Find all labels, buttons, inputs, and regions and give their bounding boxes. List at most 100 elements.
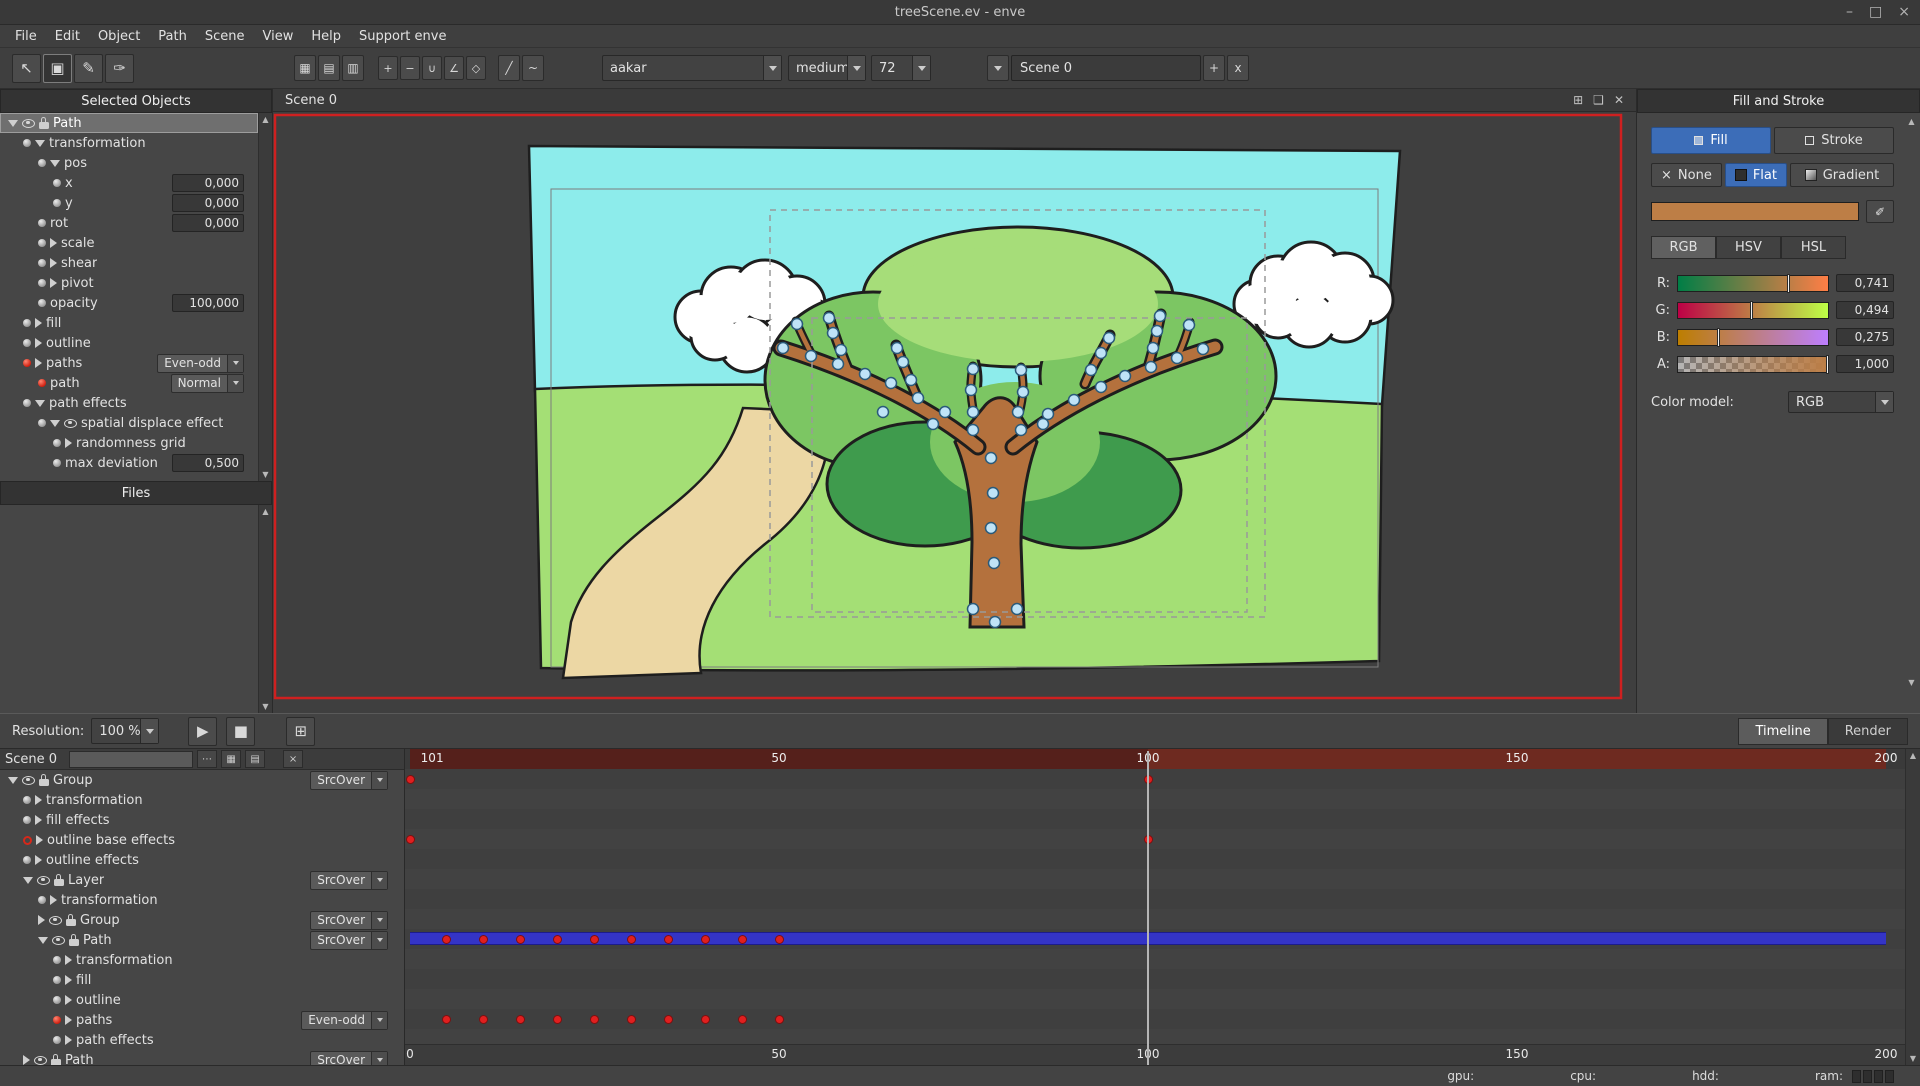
expand-arrow-icon[interactable] xyxy=(23,1055,30,1065)
pivot-individual-button[interactable]: ▤ xyxy=(318,55,340,81)
visibility-eye-icon[interactable] xyxy=(64,419,77,428)
pivot-global-button[interactable]: ▥ xyxy=(342,55,364,81)
path-node[interactable] xyxy=(1148,343,1159,354)
dropdown-srcover[interactable]: SrcOver xyxy=(310,771,388,790)
remove-node-button[interactable]: − xyxy=(400,56,420,80)
expand-arrow-icon[interactable] xyxy=(35,795,42,805)
path-node[interactable] xyxy=(1198,344,1209,355)
path-node[interactable] xyxy=(968,364,979,375)
lock-icon[interactable] xyxy=(51,1059,61,1065)
stop-button[interactable]: ■ xyxy=(226,717,255,746)
channel-slider-marker[interactable] xyxy=(1826,355,1829,374)
keyframe-dot[interactable] xyxy=(775,935,784,944)
keyframe-dot[interactable] xyxy=(442,935,451,944)
path-node[interactable] xyxy=(1104,333,1115,344)
objects-row-fill[interactable]: fill xyxy=(0,313,258,333)
objects-row-max-deviation[interactable]: max deviation0,500 xyxy=(0,453,258,473)
keyframe-indicator-dot[interactable] xyxy=(53,199,61,207)
font-weight-select[interactable]: medium xyxy=(788,55,866,81)
scroll-up-icon[interactable]: ▲ xyxy=(1910,751,1916,760)
keyframe-dot[interactable] xyxy=(738,1015,747,1024)
playhead[interactable] xyxy=(1147,751,1149,1065)
path-node[interactable] xyxy=(940,407,951,418)
path-node[interactable] xyxy=(1184,320,1195,331)
keyframe-indicator-dot[interactable] xyxy=(23,339,31,347)
timeline-layout-2-button[interactable]: ▤ xyxy=(245,750,265,768)
close-view-icon[interactable]: ✕ xyxy=(1614,93,1624,107)
keyframe-indicator-dot[interactable] xyxy=(23,796,31,804)
timeline-row-outline-base-effects[interactable]: outline base effects xyxy=(0,830,404,850)
paint-flat-button[interactable]: Flat xyxy=(1725,163,1787,187)
render-preview-button[interactable]: ⊞ xyxy=(286,717,315,746)
paint-tool-button[interactable]: ✑ xyxy=(105,54,134,83)
path-node[interactable] xyxy=(986,523,997,534)
path-node[interactable] xyxy=(1120,371,1131,382)
channel-slider-marker[interactable] xyxy=(1750,301,1753,320)
lock-icon[interactable] xyxy=(39,779,49,786)
collapse-arrow-icon[interactable] xyxy=(38,937,48,944)
timeline-row-outline[interactable]: outline xyxy=(0,990,404,1010)
objects-row-rot[interactable]: rot0,000 xyxy=(0,213,258,233)
keyframe-dot[interactable] xyxy=(590,1015,599,1024)
path-node[interactable] xyxy=(1016,425,1027,436)
node-edit-tool-button[interactable]: ▣ xyxy=(43,54,72,83)
resolution-select[interactable]: 100 % xyxy=(91,718,159,744)
value-field[interactable]: 0,500 xyxy=(172,454,244,472)
add-node-button[interactable]: + xyxy=(378,56,398,80)
connect-nodes-button[interactable]: ∪ xyxy=(422,56,442,80)
path-node[interactable] xyxy=(1018,387,1029,398)
scroll-up-icon[interactable]: ▲ xyxy=(1908,117,1914,126)
keyframe-indicator-dot[interactable] xyxy=(38,279,46,287)
timeline-row-group[interactable]: GroupSrcOver xyxy=(0,770,404,790)
timeline-row-transformation[interactable]: transformation xyxy=(0,890,404,910)
lock-icon[interactable] xyxy=(39,122,49,129)
keyframe-indicator-dot[interactable] xyxy=(53,956,61,964)
timeline-row-path-effects[interactable]: path effects xyxy=(0,1030,404,1050)
keyframe-dot[interactable] xyxy=(516,935,525,944)
keyframe-indicator-dot[interactable] xyxy=(38,419,46,427)
path-node[interactable] xyxy=(1016,365,1027,376)
visibility-eye-icon[interactable] xyxy=(22,119,35,128)
collapse-arrow-icon[interactable] xyxy=(35,140,45,147)
float-view-icon[interactable]: ❑ xyxy=(1593,93,1604,107)
expand-arrow-icon[interactable] xyxy=(50,238,57,248)
menu-file[interactable]: File xyxy=(6,28,46,45)
keyframe-dot[interactable] xyxy=(516,1015,525,1024)
keyframe-indicator-dot[interactable] xyxy=(53,1016,61,1024)
timeline-row-transformation[interactable]: transformation xyxy=(0,790,404,810)
path-node[interactable] xyxy=(966,385,977,396)
timeline-scrollbar[interactable]: ▲ ▼ xyxy=(1905,749,1920,1065)
paint-gradient-button[interactable]: Gradient xyxy=(1790,163,1894,187)
corner-node-button[interactable]: ∠ xyxy=(444,56,464,80)
keyframe-dot[interactable] xyxy=(701,935,710,944)
stroke-tab[interactable]: Stroke xyxy=(1774,127,1894,154)
path-node[interactable] xyxy=(778,343,789,354)
timeline-row-group[interactable]: GroupSrcOver xyxy=(0,910,404,930)
objects-row-scale[interactable]: scale xyxy=(0,233,258,253)
timeline-row-path[interactable]: PathSrcOver xyxy=(0,1050,404,1065)
path-node[interactable] xyxy=(1038,419,1049,430)
objects-row-shear[interactable]: shear xyxy=(0,253,258,273)
scene-list-button[interactable] xyxy=(987,55,1009,81)
keyframe-indicator-dot[interactable] xyxy=(38,896,46,904)
pen-tool-button[interactable]: ✎ xyxy=(74,54,103,83)
symmetric-node-button[interactable]: ◇ xyxy=(466,56,486,80)
objects-row-opacity[interactable]: opacity100,000 xyxy=(0,293,258,313)
path-node[interactable] xyxy=(1043,409,1054,420)
expand-arrow-icon[interactable] xyxy=(50,278,57,288)
objects-row-spatial-displace-effect[interactable]: spatial displace effect xyxy=(0,413,258,433)
path-node[interactable] xyxy=(1069,395,1080,406)
curve-segment-button[interactable]: ~ xyxy=(522,55,544,81)
color-tab-rgb[interactable]: RGB xyxy=(1651,236,1716,259)
keyframe-indicator-dot[interactable] xyxy=(23,856,31,864)
lock-icon[interactable] xyxy=(54,879,64,886)
timeline-tab[interactable]: Timeline xyxy=(1738,718,1827,745)
dropdown-srcover[interactable]: SrcOver xyxy=(310,911,388,930)
maximize-button[interactable]: □ xyxy=(1869,4,1882,20)
visibility-eye-icon[interactable] xyxy=(52,936,65,945)
channel-slider-b[interactable] xyxy=(1677,329,1829,346)
play-button[interactable]: ▶ xyxy=(188,717,217,746)
timeline-menu-button[interactable]: ⋯ xyxy=(197,750,217,768)
channel-slider-r[interactable] xyxy=(1677,275,1829,292)
path-node[interactable] xyxy=(990,617,1001,628)
